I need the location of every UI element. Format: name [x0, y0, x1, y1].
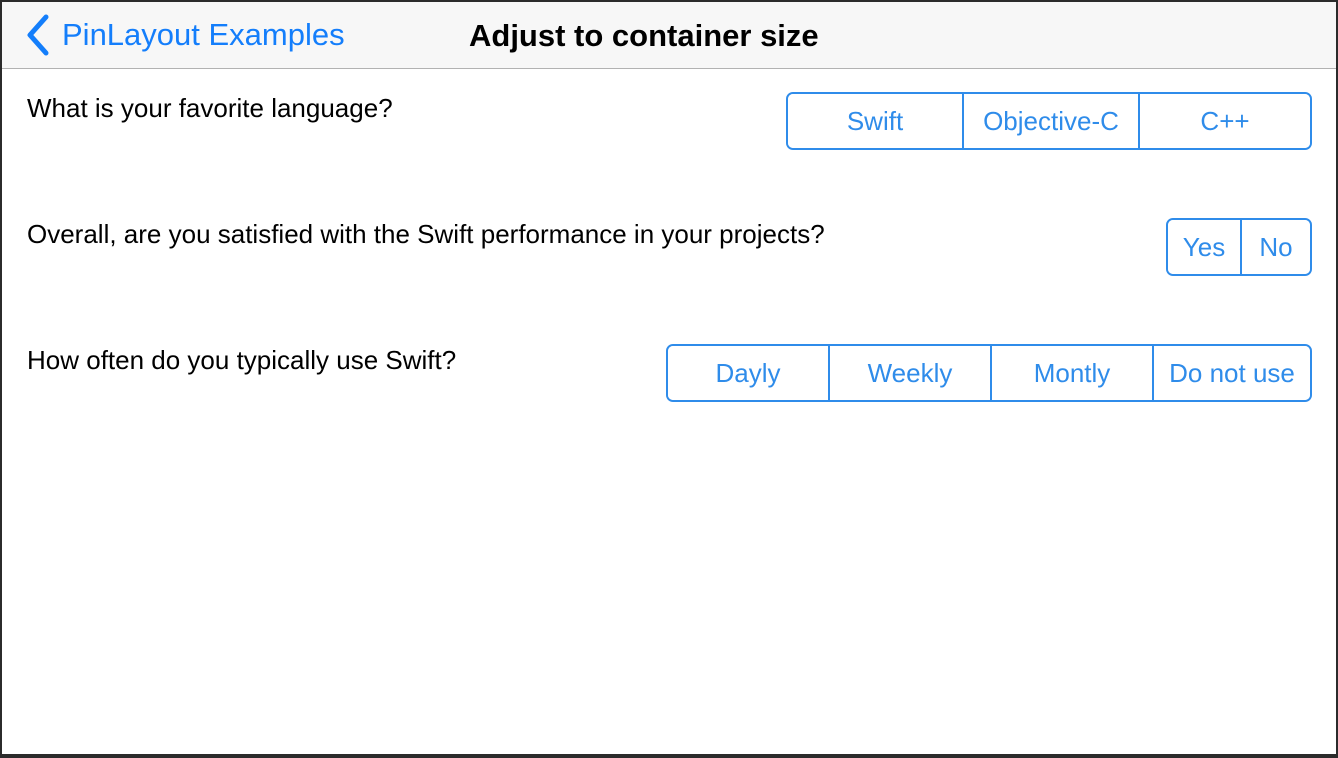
segment-do-not-use[interactable]: Do not use: [1152, 346, 1310, 400]
segment-objective-c[interactable]: Objective-C: [962, 94, 1138, 148]
satisfaction-segmented-control: Yes No: [1166, 218, 1312, 276]
segment-yes[interactable]: Yes: [1168, 220, 1240, 274]
screen: PinLayout Examples Adjust to container s…: [2, 2, 1336, 754]
segment-no[interactable]: No: [1240, 220, 1310, 274]
question-frequency: How often do you typically use Swift?: [27, 345, 457, 375]
language-segmented-control: Swift Objective-C C++: [786, 92, 1312, 150]
segment-montly[interactable]: Montly: [990, 346, 1152, 400]
question-language: What is your favorite language?: [27, 93, 393, 123]
segment-swift[interactable]: Swift: [788, 94, 962, 148]
segment-cpp[interactable]: C++: [1138, 94, 1310, 148]
frequency-segmented-control: Dayly Weekly Montly Do not use: [666, 344, 1312, 402]
page-title: Adjust to container size: [469, 18, 819, 53]
navigation-bar: PinLayout Examples Adjust to container s…: [2, 2, 1336, 69]
segment-dayly[interactable]: Dayly: [668, 346, 828, 400]
question-satisfaction: Overall, are you satisfied with the Swif…: [27, 219, 825, 249]
segment-weekly[interactable]: Weekly: [828, 346, 990, 400]
chevron-left-icon: [24, 13, 52, 57]
back-button[interactable]: PinLayout Examples: [24, 12, 345, 58]
back-button-label: PinLayout Examples: [62, 17, 345, 52]
